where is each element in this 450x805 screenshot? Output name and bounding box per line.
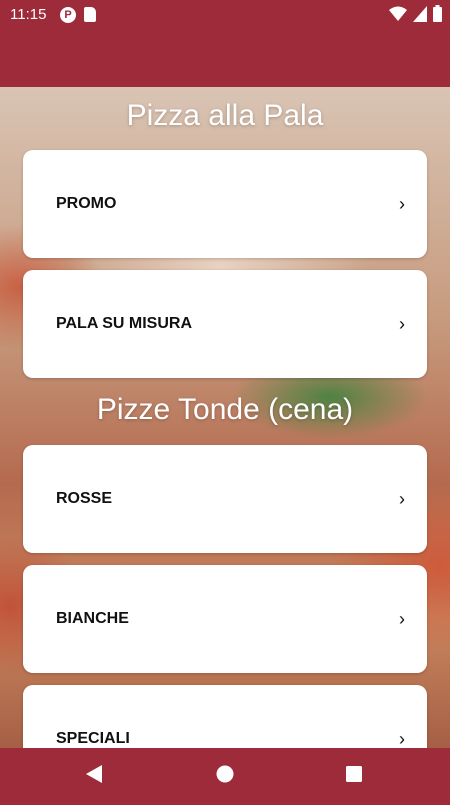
menu-item-label: PALA SU MISURA xyxy=(56,315,192,332)
signal-icon xyxy=(413,5,427,22)
recents-square-icon xyxy=(346,766,362,782)
chevron-right-icon: › xyxy=(399,489,405,509)
menu-content[interactable]: Pizza alla Pala PROMO › PALA SU MISURA ›… xyxy=(0,87,450,748)
recents-button[interactable] xyxy=(324,748,384,800)
chevron-right-icon: › xyxy=(399,729,405,748)
menu-item-pala-su-misura[interactable]: PALA SU MISURA › xyxy=(23,270,427,378)
menu-item-speciali[interactable]: SPECIALI › xyxy=(23,685,427,748)
status-time: 11:15 xyxy=(10,6,47,23)
wifi-icon xyxy=(389,6,407,21)
menu-item-promo[interactable]: PROMO › xyxy=(23,150,427,258)
chevron-right-icon: › xyxy=(399,314,405,334)
menu-item-bianche[interactable]: BIANCHE › xyxy=(23,565,427,673)
chevron-right-icon: › xyxy=(399,194,405,214)
chevron-right-icon: › xyxy=(399,609,405,629)
status-icons xyxy=(389,5,442,22)
app-bar xyxy=(0,30,450,87)
menu-item-label: BIANCHE xyxy=(56,610,129,627)
menu-item-label: PROMO xyxy=(56,195,117,212)
battery-icon xyxy=(433,5,442,22)
back-triangle-icon xyxy=(86,765,102,783)
sd-card-icon xyxy=(84,7,96,22)
section-title-tonde: Pizze Tonde (cena) xyxy=(96,393,354,426)
navigation-bar xyxy=(0,748,450,800)
app-notification-icon: P xyxy=(60,7,76,23)
back-button[interactable] xyxy=(64,748,124,800)
menu-item-label: SPECIALI xyxy=(56,730,130,747)
menu-item-rosse[interactable]: ROSSE › xyxy=(23,445,427,553)
section-title-pala: Pizza alla Pala xyxy=(126,99,324,132)
menu-item-label: ROSSE xyxy=(56,490,113,507)
home-circle-icon xyxy=(216,765,234,783)
home-button[interactable] xyxy=(195,748,255,800)
status-bar: 11:15 P xyxy=(0,0,450,30)
